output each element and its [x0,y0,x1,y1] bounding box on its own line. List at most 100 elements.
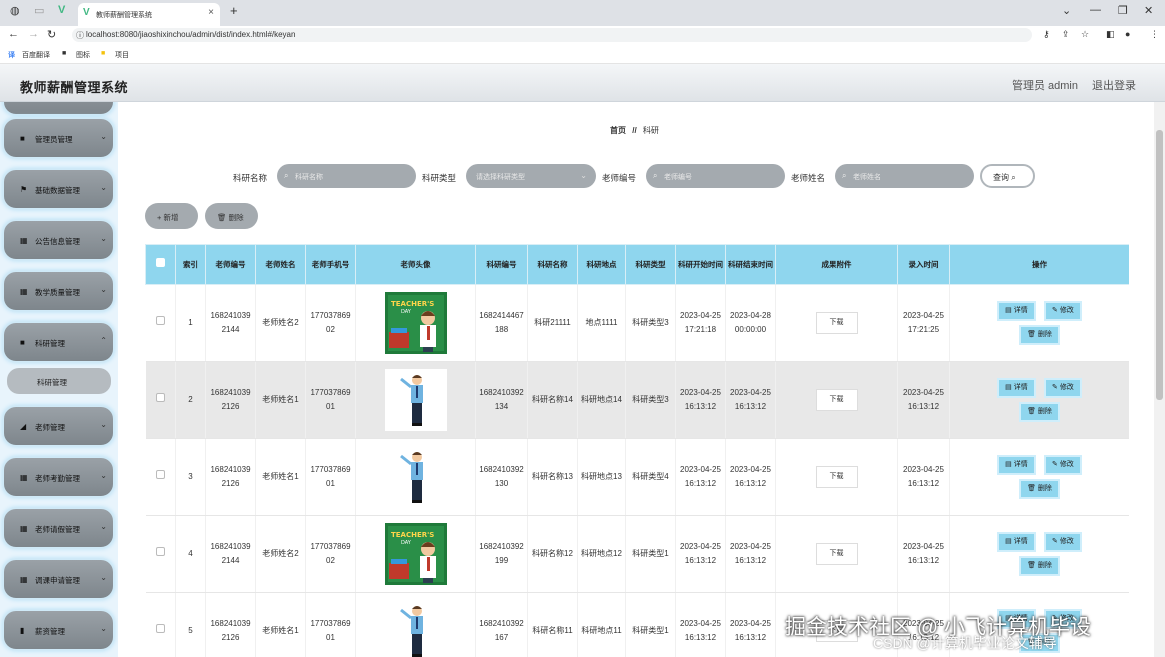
cell-teacher-name: 老师姓名2 [255,515,306,593]
sidebar-item-teaching-quality[interactable]: ▦ 教学质量管理 ⌄ [2,270,115,312]
sidepanel-icon[interactable]: ◧ [1106,29,1115,40]
delete-button[interactable]: 🗑 删除 [1019,556,1060,576]
row-checkbox[interactable] [155,547,165,556]
download-button[interactable]: 下载 [815,312,858,334]
row-select-cell[interactable] [145,361,176,439]
sidebar-item-course-change[interactable]: ▦ 调课申请管理 ⌄ [2,558,115,600]
download-button[interactable]: 下载 [815,389,858,411]
cell-index: 5 [175,592,206,657]
close-window-icon[interactable]: ✕ [1144,4,1153,17]
row-select-cell[interactable] [145,438,176,516]
edit-button[interactable]: ✎ 修改 [1043,301,1082,321]
close-tab-icon[interactable]: × [208,7,214,18]
row-select-cell[interactable] [145,284,176,362]
select-all-checkbox[interactable] [156,258,165,267]
select-all-cell[interactable] [145,244,176,285]
forward-icon[interactable]: → [28,28,39,40]
delete-button[interactable]: 🗑 删除 [1019,325,1060,345]
col-header: 科研名称 [527,244,578,285]
key-icon[interactable]: ⚷ [1043,29,1050,40]
sidebar-item-notice[interactable]: ▦ 公告信息管理 ⌄ [2,219,115,261]
site-info-icon[interactable]: ⓘ [76,30,84,41]
url-input[interactable]: ⓘ localhost:8080/jiaoshixinchou/admin/di… [72,28,1032,42]
download-button[interactable]: 下载 [815,466,858,488]
cell-teacher-name: 老师姓名1 [255,361,306,439]
restore-icon[interactable]: ❐ [1118,4,1128,17]
more-icon[interactable]: ⋮ [1150,29,1159,40]
grid-icon: ▦ [20,287,28,296]
edit-label: 修改 [1059,384,1074,391]
sidebar-item-leave[interactable]: ▦ 老师请假管理 ⌄ [2,507,115,549]
delete-button[interactable]: 🗑 删除 [1019,402,1060,422]
edit-button[interactable]: ✎ 修改 [1043,532,1082,552]
cell-research-type: 科研类型1 [625,592,676,657]
delete-label: 删除 [1037,485,1052,492]
bookmark-item[interactable]: 项目 [115,50,129,60]
batch-delete-button[interactable]: 🗑 删除 [205,203,258,229]
sidebar-item-salary[interactable]: ▮ 薪资管理 ⌄ [2,609,115,651]
sidebar-item-top[interactable] [2,102,115,116]
breadcrumb-home[interactable]: 首页 [610,126,626,135]
cell-index: 4 [175,515,206,593]
table-icon: ▦ [20,575,28,584]
cell-teacher-no: 1682410392144 [205,284,256,362]
row-checkbox[interactable] [155,393,165,402]
detail-button[interactable]: ▤ 详情 [997,301,1036,321]
row-checkbox[interactable] [155,470,165,479]
delete-button[interactable]: 🗑 删除 [1019,479,1060,499]
sidebar-subitem-research[interactable]: 科研管理 [7,368,111,394]
vue-favicon-icon: V [83,7,90,18]
share-icon[interactable]: ⇪ [1062,29,1070,40]
chevron-down-icon: ⌄ [100,285,107,294]
cell-teacher-name: 老师姓名1 [255,438,306,516]
cell-phone: 17703786901 [305,438,356,516]
row-select-cell[interactable] [145,515,176,593]
sidebar-item-admin[interactable]: ■ 管理员管理 ⌄ [2,117,115,159]
sidebar-item-label: 老师请假管理 [35,525,80,534]
bookmark-item[interactable]: 图标 [76,50,90,60]
download-button[interactable]: 下载 [815,543,858,565]
star-icon[interactable]: ☆ [1081,29,1089,40]
search-input-teacher-name[interactable]: ⌕ 老师姓名 [835,164,974,188]
sidebar-item-attendance[interactable]: ▦ 老师考勤管理 ⌄ [2,456,115,498]
row-checkbox[interactable] [155,624,165,633]
sidebar-item-basic-data[interactable]: ⚑ 基础数据管理 ⌄ [2,168,115,210]
sidebar-item-research[interactable]: ■ 科研管理 ⌃ [2,321,115,363]
detail-icon: ▤ [1005,307,1012,314]
edit-button[interactable]: ✎ 修改 [1043,455,1082,475]
detail-button[interactable]: ▤ 详情 [997,378,1036,398]
grid-icon: ▦ [20,524,28,533]
detail-button[interactable]: ▤ 详情 [997,532,1036,552]
page-scrollbar-thumb[interactable] [1156,130,1163,400]
tab-strip-icon[interactable]: ▭ [34,4,44,17]
cell-entry-time: 2023-04-25 16:13:12 [897,515,950,593]
browser-menu-icon[interactable]: ◍ [10,4,20,17]
detail-button[interactable]: ▤ 详情 [997,455,1036,475]
minimize-icon[interactable]: — [1090,4,1101,16]
edit-button[interactable]: ✎ 修改 [1043,378,1082,398]
sidebar-item-label: 管理员管理 [35,135,73,144]
svg-text:DAY: DAY [401,540,412,546]
avatar [384,446,447,508]
new-tab-icon[interactable]: + [230,3,238,18]
browser-tab[interactable]: V 教师薪酬管理系统 × [78,3,220,26]
search-input-research-name[interactable]: ⌕ 科研名称 [277,164,416,188]
logout-link[interactable]: 退出登录 [1092,77,1136,93]
profile-icon[interactable]: ● [1125,29,1130,39]
bookmark-item[interactable]: 百度翻译 [22,50,50,60]
row-select-cell[interactable] [145,592,176,657]
bookmarks-bar: 译 百度翻译 ■ 图标 ■ 项目 [0,44,1165,64]
search-button[interactable]: 查询 ⌕ [980,164,1035,188]
tab-list-icon[interactable]: ⌄ [1062,4,1071,17]
sidebar-item-teacher[interactable]: ◢ 老师管理 ⌄ [2,405,115,447]
col-header: 老师头像 [355,244,476,285]
pinned-tab-icon[interactable]: V [58,4,65,16]
row-checkbox[interactable] [155,316,165,325]
reload-icon[interactable]: ↻ [47,28,56,41]
avatar: TEACHER'S DAY [384,523,447,585]
select-research-type[interactable]: 请选择科研类型 ⌄ [466,164,596,188]
back-icon[interactable]: ← [8,28,19,40]
table-header-row: 索引 老师编号 老师姓名 老师手机号 老师头像 科研编号 科研名称 科研地点 科… [145,244,1129,285]
search-input-teacher-no[interactable]: ⌕ 老师编号 [646,164,785,188]
add-button[interactable]: + 新增 [145,203,198,229]
